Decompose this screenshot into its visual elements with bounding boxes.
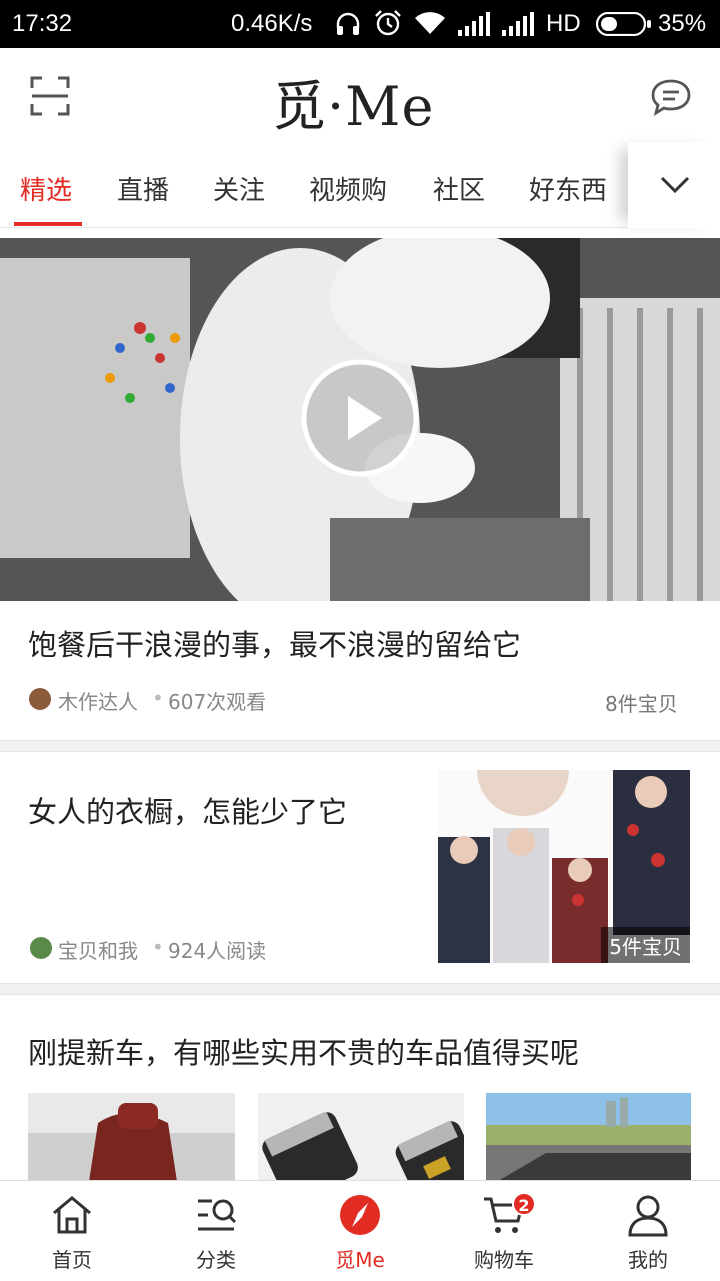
person-icon (628, 1195, 668, 1237)
nav-profile[interactable]: 我的 (576, 1181, 720, 1281)
video-card-title[interactable]: 饱餐后干浪漫的事，最不浪漫的留给它 (28, 622, 521, 664)
video-thumbnail[interactable] (0, 238, 720, 601)
tab-more-area (628, 142, 720, 228)
nav-home[interactable]: 首页 (0, 1181, 144, 1281)
video-card-items-count[interactable]: 8件宝贝 (605, 688, 678, 717)
list-card-title[interactable]: 刚提新车，有哪些实用不贵的车品值得买呢 (28, 1030, 579, 1072)
scan-icon[interactable] (30, 76, 70, 116)
nav-home-label: 首页 (52, 1248, 92, 1272)
status-battery-percent: 35% (658, 10, 707, 37)
article-card-items-count[interactable]: 5件宝贝 (601, 927, 690, 963)
status-network-type: HD (546, 10, 581, 37)
battery-icon (596, 12, 651, 36)
signal-icon (458, 12, 490, 36)
nav-profile-label: 我的 (628, 1248, 668, 1272)
video-card-author[interactable]: 木作达人 (58, 686, 138, 715)
list-card-thumb[interactable] (486, 1093, 691, 1188)
tab-featured[interactable]: 精选 (20, 170, 72, 207)
chevron-down-icon[interactable] (660, 176, 690, 194)
article-card-title[interactable]: 女人的衣橱，怎能少了它 (28, 789, 347, 831)
tab-following[interactable]: 关注 (213, 170, 265, 207)
tab-live[interactable]: 直播 (117, 170, 169, 207)
nav-mime[interactable]: 觅Me (288, 1181, 432, 1281)
active-tab-indicator (14, 222, 82, 226)
article-card-author[interactable]: 宝贝和我 (58, 935, 138, 964)
feed-divider (0, 740, 720, 752)
cart-badge: 2 (512, 1192, 536, 1216)
feed-divider (0, 983, 720, 995)
car-charger-image (258, 1093, 464, 1188)
list-card-thumb[interactable] (28, 1093, 235, 1188)
tab-community[interactable]: 社区 (433, 170, 485, 207)
nav-mime-label: 觅Me (335, 1248, 385, 1272)
chat-bubble-icon[interactable] (650, 78, 692, 116)
nav-category-label: 分类 (196, 1248, 236, 1272)
play-icon[interactable] (300, 358, 420, 478)
home-icon (53, 1196, 91, 1234)
avatar (30, 937, 52, 959)
wifi-icon (415, 12, 445, 35)
meta-dot: • (152, 935, 164, 959)
nav-category[interactable]: 分类 (144, 1181, 288, 1281)
video-card-views: 607次观看 (168, 690, 267, 714)
signal-icon (502, 12, 534, 36)
meta-dot: • (152, 686, 164, 710)
category-search-icon (198, 1199, 237, 1231)
article-card-reads: 924人阅读 (168, 939, 267, 963)
tab-good-stuff[interactable]: 好东西 (529, 170, 607, 207)
tab-bar: 精选 直播 关注 视频购 社区 好东西 (0, 142, 720, 228)
article-card-image[interactable]: 5件宝贝 (438, 770, 690, 963)
nav-cart-label: 购物车 (474, 1248, 534, 1272)
car-seat-image (28, 1093, 235, 1188)
status-bar: 17:32 0.46K/s HD 35% (0, 0, 720, 48)
status-network-speed: 0.46K/s (231, 10, 313, 37)
status-time: 17:32 (12, 10, 73, 37)
app-logo: 觅·Me (272, 75, 435, 138)
avatar (29, 688, 51, 710)
headphones-icon (336, 12, 360, 35)
tab-video-shopping[interactable]: 视频购 (309, 170, 387, 207)
list-card-thumb[interactable] (258, 1093, 464, 1188)
car-dashboard-image (486, 1093, 691, 1188)
bottom-nav: 首页 分类 觅Me 2 购物车 我的 (0, 1180, 720, 1280)
nav-cart[interactable]: 2 购物车 (432, 1181, 576, 1281)
alarm-icon (375, 10, 401, 36)
compass-icon (340, 1195, 380, 1235)
